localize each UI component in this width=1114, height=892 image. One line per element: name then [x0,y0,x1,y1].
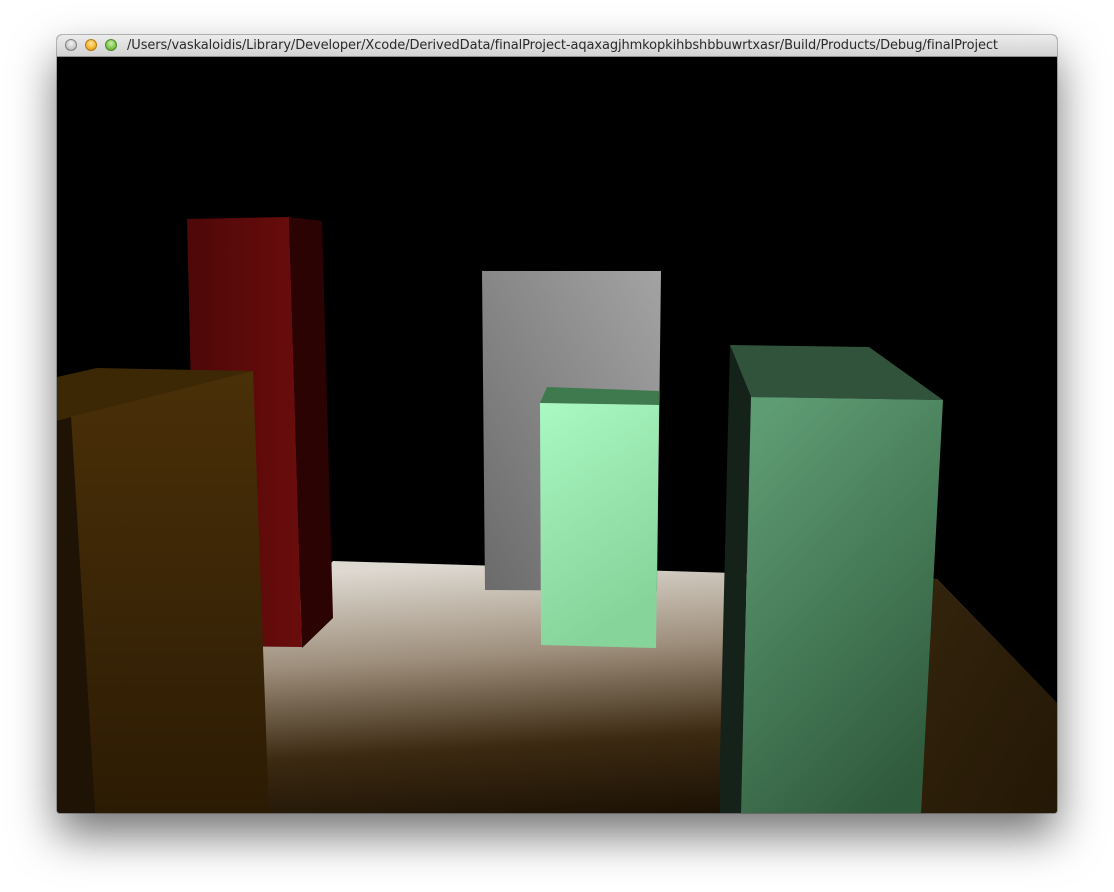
3d-scene [57,217,1057,813]
window-title: /Users/vaskaloidis/Library/Developer/Xco… [127,38,998,53]
green-box-front [741,397,943,813]
green-box-top [730,345,943,400]
opengl-viewport[interactable] [57,57,1057,813]
app-window: /Users/vaskaloidis/Library/Developer/Xco… [57,35,1057,813]
mint-box-front [540,403,659,648]
floor-right-dark [917,577,1057,813]
brown-box-front [71,371,269,813]
title-bar[interactable]: /Users/vaskaloidis/Library/Developer/Xco… [57,35,1057,57]
close-button[interactable] [65,39,77,51]
minimize-button[interactable] [85,39,97,51]
zoom-button[interactable] [105,39,117,51]
